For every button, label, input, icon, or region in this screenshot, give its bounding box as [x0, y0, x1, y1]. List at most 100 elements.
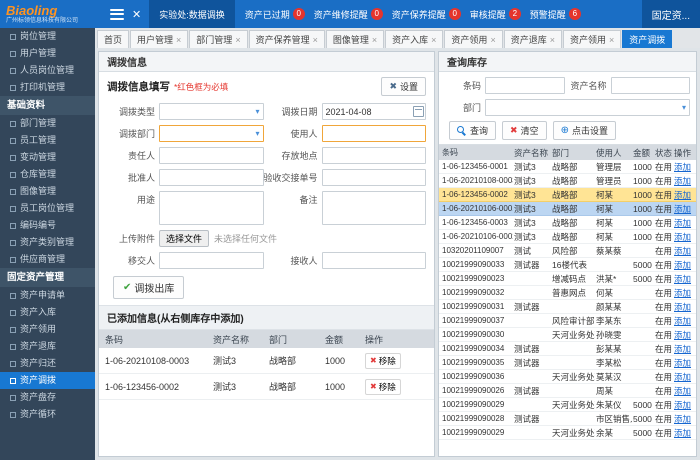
sidebar-item-人员岗位管理[interactable]: 人员岗位管理 [0, 62, 95, 79]
add-link[interactable]: 添加 [674, 400, 691, 410]
header-badge[interactable]: 资产维修提醒 0 [314, 8, 383, 21]
workspace-tab[interactable]: 实验处:数据调换 [149, 0, 235, 28]
tab-资产领用[interactable]: 资产领用 × [444, 30, 503, 48]
add-link[interactable]: 添加 [674, 190, 691, 200]
sidebar-item-资产盘存[interactable]: 资产盘存 [0, 389, 95, 406]
table-row[interactable]: 10021999090032 普惠网点 何某 在用 添加 [439, 286, 696, 300]
sidebar-item-部门管理[interactable]: 部门管理 [0, 115, 95, 132]
table-row[interactable]: 10021999090036 天河业务处理点莫某汉 在用添加 [439, 370, 696, 384]
search-name-input[interactable] [610, 77, 690, 94]
approver-input[interactable] [159, 169, 264, 186]
responsible-input[interactable] [159, 147, 264, 164]
transfer-date-input[interactable] [321, 103, 426, 120]
handover-input[interactable] [159, 252, 264, 269]
add-link[interactable]: 添加 [674, 386, 691, 396]
add-link[interactable]: 添加 [674, 274, 691, 284]
clear-button[interactable]: ✖ 清空 [502, 121, 547, 140]
sidebar-item-变动管理[interactable]: 变动管理 [0, 149, 95, 166]
table-row[interactable]: 1-06-123456-0002 测试3 战略部 柯某 1000 在用 添加 [439, 188, 696, 202]
sidebar-item-资产退库[interactable]: 资产退库 [0, 338, 95, 355]
table-row[interactable]: 1-06-123456-0003 测试3 战略部 柯某 1000 在用 添加 [439, 216, 696, 230]
table-row[interactable]: 10021999090029 天河业务处理点余某 5000在用添加 [439, 426, 696, 440]
table-row[interactable]: 10021999090033 测试器 16楼代表 5000 在用 添加 [439, 258, 696, 272]
tab-close-icon[interactable]: × [550, 35, 555, 45]
table-row[interactable]: 10021999090028 测试器 市区销售人员5000在用添加 [439, 412, 696, 426]
table-row[interactable]: 10021999090034 测试器 彭某某 在用 添加 [439, 342, 696, 356]
tab-资产领用[interactable]: 资产领用 × [562, 30, 622, 48]
tab-资产调拨[interactable]: 资产调拨 [622, 30, 673, 48]
remark-textarea[interactable] [321, 191, 426, 225]
table-row[interactable]: 10021999090031 测试器 颜某某 在用 添加 [439, 300, 696, 314]
table-row[interactable]: 1-06-123456-0001 测试3 战略部 管理层 1000 在用 添加 [439, 160, 696, 174]
location-input[interactable] [321, 147, 426, 164]
tab-close-icon[interactable]: × [609, 35, 614, 45]
tab-资产入库[interactable]: 资产入库 × [385, 30, 444, 48]
table-row[interactable]: 10021999090023 增减码点 洪某* 5000 在用 添加 [439, 272, 696, 286]
search-code-input[interactable] [485, 77, 565, 94]
table-row[interactable]: 1-06-20210106-0001 测试3 战略部 柯某 1000 在用 添加 [439, 202, 696, 216]
tab-close-icon[interactable]: × [176, 35, 181, 45]
query-button[interactable]: 查询 [449, 121, 497, 140]
add-link[interactable]: 添加 [674, 162, 691, 172]
add-link[interactable]: 添加 [674, 176, 691, 186]
sidebar-item-岗位管理[interactable]: 岗位管理 [0, 28, 95, 45]
add-link[interactable]: 添加 [674, 344, 691, 354]
transfer-dept-select[interactable]: ▾ [159, 125, 264, 142]
add-link[interactable]: 添加 [674, 260, 691, 270]
add-link[interactable]: 添加 [674, 246, 691, 256]
receiver-input[interactable] [321, 252, 426, 269]
tab-close-icon[interactable]: × [235, 35, 240, 45]
sidebar-item-图像管理[interactable]: 图像管理 [0, 183, 95, 200]
sidebar-item-资产循环[interactable]: 资产循环 [0, 406, 95, 423]
add-link[interactable]: 添加 [674, 204, 691, 214]
sidebar-section-固定资产管理[interactable]: 固定资产管理 [0, 268, 95, 287]
choose-file-button[interactable]: 选择文件 [159, 230, 210, 247]
header-badge[interactable]: 审核提醒 2 [470, 8, 521, 21]
remove-button[interactable]: ✖ 移除 [365, 378, 401, 395]
add-link[interactable]: 添加 [674, 232, 691, 242]
table-row[interactable]: 10021999090026 测试器 周某 在用 添加 [439, 384, 696, 398]
add-link[interactable]: 添加 [674, 414, 691, 424]
tab-close-icon[interactable]: × [431, 35, 436, 45]
tab-close-icon[interactable]: × [490, 35, 495, 45]
tab-部门管理[interactable]: 部门管理 × [189, 30, 248, 48]
table-row[interactable]: 10021999090029 天河业务处理点朱某仪 5000在用添加 [439, 398, 696, 412]
click-settings-button[interactable]: ⊕ 点击设置 [552, 121, 616, 140]
purpose-textarea[interactable] [159, 191, 264, 225]
add-link[interactable]: 添加 [674, 302, 691, 312]
table-row[interactable]: 1-06-20210106-0002 测试3 战略部 柯某 1000 在用 添加 [439, 230, 696, 244]
add-link[interactable]: 添加 [674, 288, 691, 298]
close-icon[interactable]: ✕ [132, 8, 141, 21]
sidebar-item-资产归还[interactable]: 资产归还 [0, 355, 95, 372]
header-badge[interactable]: 资产保养提醒 0 [392, 8, 461, 21]
calendar-icon[interactable] [413, 106, 424, 117]
sidebar-item-供应商管理[interactable]: 供应商管理 [0, 251, 95, 268]
header-badge[interactable]: 资产已过期 0 [245, 8, 305, 21]
tab-图像管理[interactable]: 图像管理 × [325, 30, 385, 48]
remove-button[interactable]: ✖ 移除 [365, 352, 401, 369]
header-badge[interactable]: 预警提醒 6 [530, 8, 581, 21]
settings-button[interactable]: ✖ 设置 [381, 77, 426, 96]
tab-资产退库[interactable]: 资产退库 × [503, 30, 562, 48]
sidebar-item-打印机管理[interactable]: 打印机管理 [0, 79, 95, 96]
table-row[interactable]: 10021999090035 测试器 李某松 在用 添加 [439, 356, 696, 370]
add-link[interactable]: 添加 [674, 218, 691, 228]
table-row[interactable]: 10021999090037 风险审计部 李某东 在用 添加 [439, 314, 696, 328]
sidebar-item-员工管理[interactable]: 员工管理 [0, 132, 95, 149]
sidebar-section-基础资料[interactable]: 基础资料 [0, 96, 95, 115]
transfer-out-button[interactable]: ✔ 调拨出库 [113, 276, 185, 299]
table-row[interactable]: 10021999090030 天河业务处理点孙晓雯 在用添加 [439, 328, 696, 342]
sidebar-item-员工岗位管理[interactable]: 员工岗位管理 [0, 200, 95, 217]
tab-资产保养管理[interactable]: 资产保养管理 × [248, 30, 325, 48]
sidebar-item-资产调拨[interactable]: 资产调拨 [0, 372, 95, 389]
add-link[interactable]: 添加 [674, 428, 691, 438]
logo[interactable]: Biaoling 广州标领信息科技有限公司 [6, 4, 102, 24]
tab-close-icon[interactable]: × [372, 35, 377, 45]
search-dept-select[interactable]: ▾ [485, 99, 690, 116]
add-link[interactable]: 添加 [674, 372, 691, 382]
sidebar-item-仓库管理[interactable]: 仓库管理 [0, 166, 95, 183]
add-link[interactable]: 添加 [674, 316, 691, 326]
sidebar-item-资产申请单[interactable]: 资产申请单 [0, 287, 95, 304]
user-input[interactable] [321, 125, 426, 142]
tab-用户管理[interactable]: 用户管理 × [130, 30, 189, 48]
